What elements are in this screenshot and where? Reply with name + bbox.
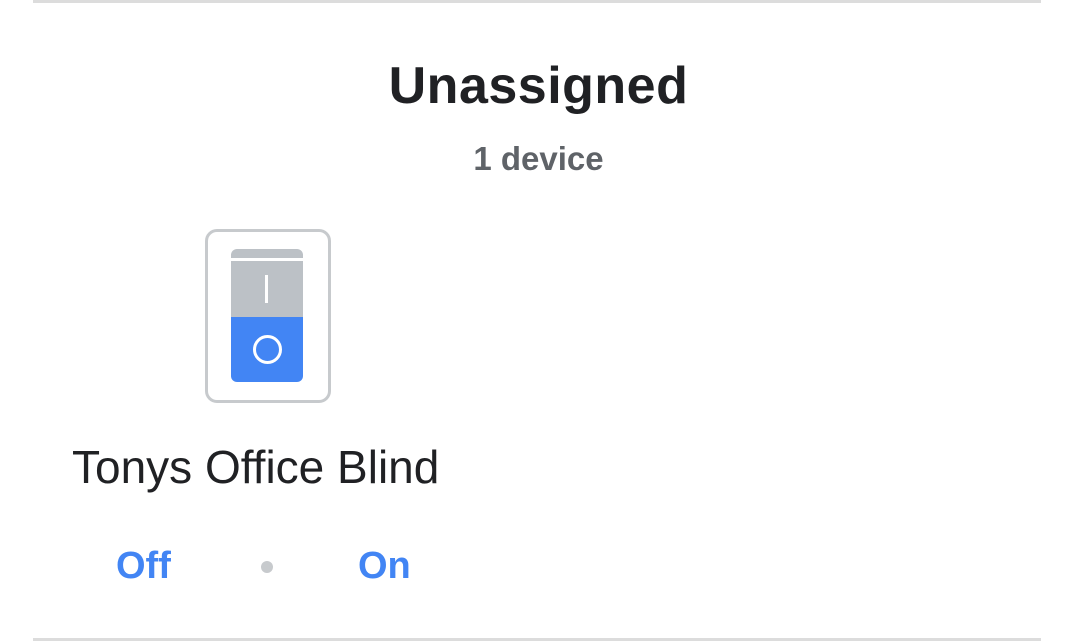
- switch-on-half: [231, 249, 303, 317]
- device-name[interactable]: Tonys Office Blind: [72, 440, 439, 494]
- rocker-switch-icon: [231, 249, 303, 382]
- device-count: 1 device: [473, 140, 604, 177]
- switch-off-half: [231, 317, 303, 382]
- off-button[interactable]: Off: [116, 545, 171, 588]
- section-title: Unassigned: [388, 57, 689, 115]
- device-tile[interactable]: [205, 229, 331, 403]
- on-symbol-icon: [265, 275, 268, 303]
- separator-dot: [261, 561, 273, 573]
- switch-top-line: [231, 258, 303, 261]
- off-symbol-icon: [253, 335, 282, 364]
- top-divider: [33, 0, 1041, 3]
- bottom-divider: [33, 638, 1041, 641]
- on-button[interactable]: On: [358, 545, 411, 588]
